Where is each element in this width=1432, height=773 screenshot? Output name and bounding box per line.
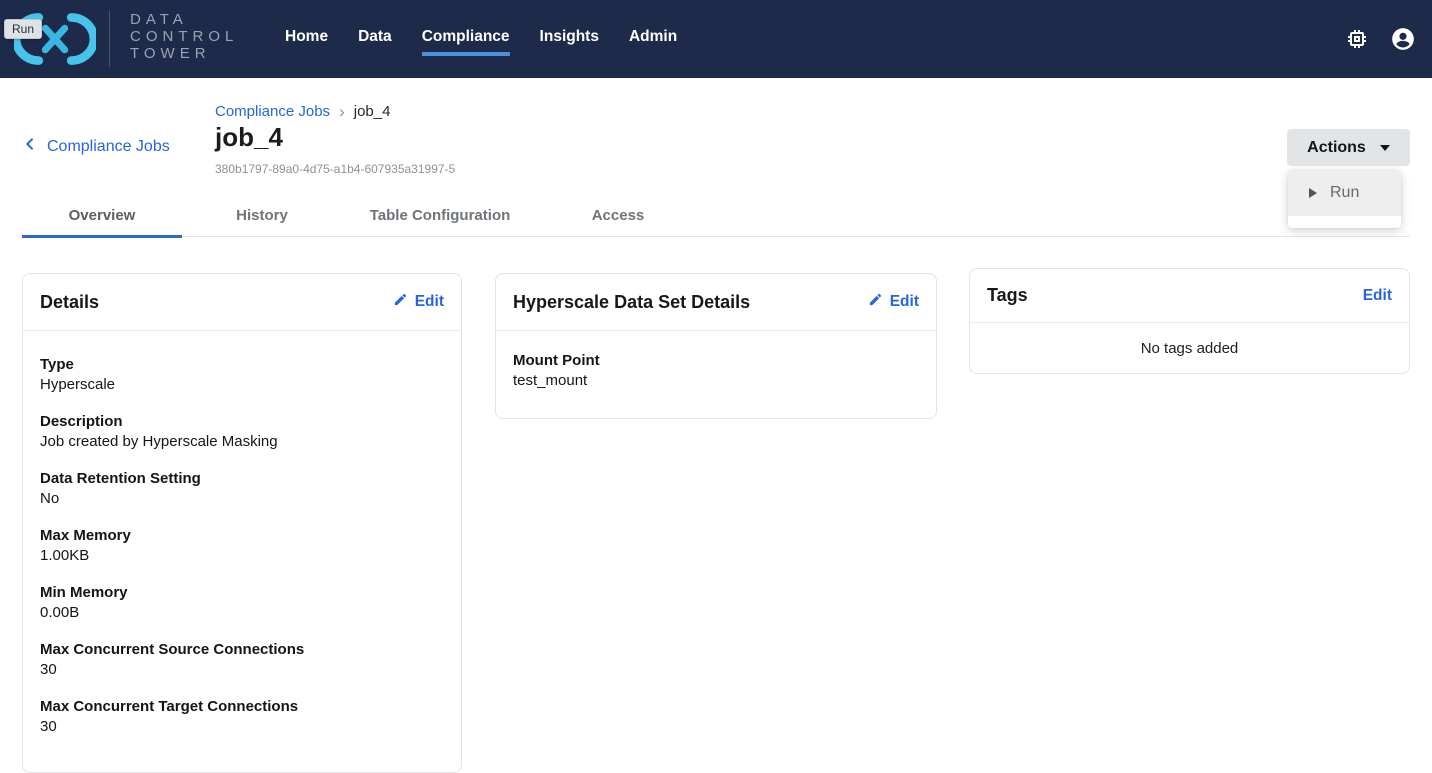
job-id: 380b1797-89a0-4d75-a1b4-607935a31997-5 [215, 162, 455, 176]
field-min-memory: Min Memory 0.00B [40, 582, 444, 623]
back-link-label: Compliance Jobs [47, 138, 170, 156]
field-max-concurrent-source-connections: Max Concurrent Source Connections 30 [40, 639, 444, 680]
breadcrumb-parent-link[interactable]: Compliance Jobs [215, 103, 330, 120]
hyperscale-card-header: Hyperscale Data Set Details Edit [496, 274, 936, 331]
tags-card-title: Tags [987, 285, 1028, 306]
chevron-down-icon [1380, 145, 1390, 151]
main-nav: Home Data Compliance Insights Admin [285, 0, 677, 78]
back-link-compliance-jobs[interactable]: Compliance Jobs [22, 136, 170, 157]
field-type: Type Hyperscale [40, 354, 444, 395]
chip-icon[interactable] [1344, 26, 1370, 52]
tab-bar: Overview History Table Configuration Acc… [22, 192, 1410, 237]
tags-card: Tags Edit No tags added [969, 268, 1410, 374]
tab-table-configuration[interactable]: Table Configuration [342, 192, 538, 237]
breadcrumb-current: job_4 [354, 103, 391, 120]
brand-divider [109, 11, 110, 67]
nav-item-insights[interactable]: Insights [540, 22, 599, 56]
details-edit-button[interactable]: Edit [393, 292, 444, 312]
brand-line-3: TOWER [130, 45, 238, 62]
field-data-retention-setting: Data Retention Setting No [40, 468, 444, 509]
nav-item-data[interactable]: Data [358, 22, 392, 56]
hyperscale-data-set-card: Hyperscale Data Set Details Edit Mount P… [495, 273, 937, 419]
navbar-right-icons [1344, 0, 1420, 78]
tab-history[interactable]: History [182, 192, 342, 237]
pencil-icon [393, 292, 408, 312]
field-mount-point: Mount Point test_mount [513, 350, 919, 391]
details-card: Details Edit Type Hyperscale Description… [22, 273, 462, 773]
brand-wordmark: DATA CONTROL TOWER [130, 11, 238, 62]
hyperscale-edit-button[interactable]: Edit [868, 292, 919, 312]
tags-card-header: Tags Edit [970, 269, 1409, 323]
brand-line-1: DATA [130, 11, 238, 28]
actions-dropdown-menu: Run [1288, 170, 1401, 228]
tab-overview[interactable]: Overview [22, 192, 182, 237]
hyperscale-card-body: Mount Point test_mount [496, 331, 936, 391]
top-navbar: DATA CONTROL TOWER Home Data Compliance … [0, 0, 1432, 78]
pencil-icon [868, 292, 883, 312]
chevron-left-icon [22, 136, 38, 157]
field-max-concurrent-target-connections: Max Concurrent Target Connections 30 [40, 696, 444, 737]
actions-button[interactable]: Actions [1287, 129, 1410, 166]
hyperscale-card-title: Hyperscale Data Set Details [513, 292, 750, 313]
breadcrumb: Compliance Jobs › job_4 [215, 103, 390, 120]
nav-item-home[interactable]: Home [285, 22, 328, 56]
details-card-title: Details [40, 292, 99, 313]
brand-line-2: CONTROL [130, 28, 238, 45]
details-card-header: Details Edit [23, 274, 461, 331]
tab-access[interactable]: Access [538, 192, 698, 237]
run-tooltip: Run [4, 19, 42, 39]
breadcrumb-separator-icon: › [339, 104, 345, 119]
menu-item-run-label: Run [1330, 184, 1359, 202]
page-title: job_4 [215, 122, 283, 153]
account-circle-icon[interactable] [1390, 26, 1416, 52]
tags-empty-text: No tags added [970, 323, 1409, 374]
nav-item-compliance[interactable]: Compliance [422, 22, 510, 56]
field-description: Description Job created by Hyperscale Ma… [40, 411, 444, 452]
tags-edit-label: Edit [1363, 287, 1392, 305]
tags-edit-button[interactable]: Edit [1363, 287, 1392, 305]
actions-button-label: Actions [1307, 139, 1366, 157]
menu-item-run[interactable]: Run [1288, 170, 1401, 216]
nav-item-admin[interactable]: Admin [629, 22, 677, 56]
details-card-body: Type Hyperscale Description Job created … [23, 331, 461, 737]
hyperscale-edit-label: Edit [890, 293, 919, 311]
play-triangle-icon [1309, 188, 1317, 198]
details-edit-label: Edit [415, 293, 444, 311]
field-max-memory: Max Memory 1.00KB [40, 525, 444, 566]
